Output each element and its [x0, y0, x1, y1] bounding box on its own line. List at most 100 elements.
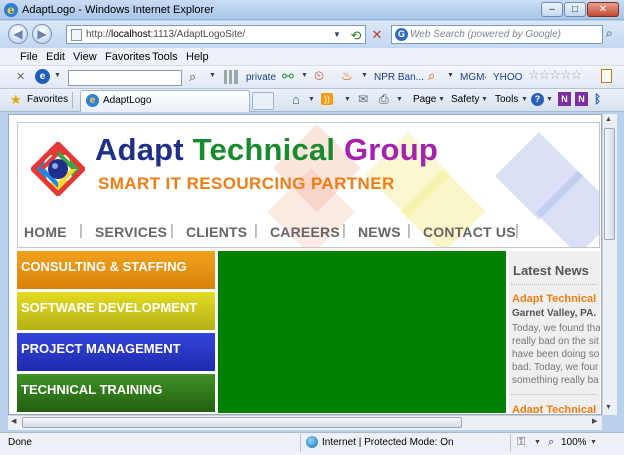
tab-title: AdaptLogo	[103, 95, 152, 106]
print-icon[interactable]: ⎙	[379, 92, 389, 107]
nav-services[interactable]: SERVICES	[95, 224, 167, 240]
private-label[interactable]: private	[246, 72, 276, 83]
search-icon[interactable]: ⌕	[189, 69, 196, 85]
rating-stars-icon[interactable]: ☆☆☆☆☆	[528, 67, 582, 83]
divider	[510, 434, 511, 452]
chevron-down-icon[interactable]: ▼	[447, 72, 454, 79]
nav-separator: |	[170, 222, 174, 239]
scroll-left-arrow-icon[interactable]: ◀	[11, 417, 16, 425]
chevron-down-icon[interactable]: ▼	[308, 96, 315, 103]
notes-icon[interactable]	[601, 69, 612, 83]
stop-icon[interactable]: ✕	[368, 27, 386, 46]
chevron-down-icon[interactable]: ▼	[590, 439, 597, 446]
help-icon[interactable]: ?	[531, 93, 544, 106]
chevron-down-icon[interactable]: ▼	[534, 439, 541, 446]
chevron-down-icon[interactable]: ▼	[361, 72, 368, 79]
lock-icon[interactable]: ⚿	[517, 436, 525, 449]
nav-clients[interactable]: CLIENTS	[186, 224, 247, 240]
onenote-send-icon[interactable]: N	[575, 92, 588, 106]
menu-help[interactable]: Help	[186, 51, 209, 63]
security-zone[interactable]: Internet | Protected Mode: On	[322, 437, 454, 448]
horizontal-scroll-thumb[interactable]	[22, 417, 462, 428]
scroll-up-arrow-icon[interactable]: ▲	[605, 116, 612, 123]
google-search-icon: G	[395, 28, 408, 41]
scroll-right-arrow-icon[interactable]: ▶	[592, 417, 597, 425]
tools-menu[interactable]: Tools	[495, 94, 518, 105]
divider	[72, 92, 73, 108]
favorites-button[interactable]: Favorites	[27, 94, 68, 105]
menu-edit[interactable]: Edit	[46, 51, 65, 63]
globe-icon	[306, 436, 318, 448]
toolbar-search-input[interactable]	[68, 70, 182, 86]
menu-tools[interactable]: Tools	[152, 51, 178, 63]
chevron-down-icon[interactable]: ▼	[546, 96, 553, 103]
refresh-icon[interactable]: ⟲	[347, 28, 365, 45]
menu-file[interactable]: File	[20, 51, 38, 63]
news-item-location: Garnet Valley, PA.	[512, 308, 597, 319]
page-menu[interactable]: Page	[413, 94, 436, 105]
zoom-icon[interactable]: ⌕	[548, 436, 554, 449]
mail-icon[interactable]: ✉	[358, 92, 368, 106]
rss-icon[interactable]: ))	[321, 93, 333, 105]
search-icon[interactable]: ⌕	[606, 26, 613, 41]
forward-arrow-icon[interactable]: ▶	[32, 24, 52, 44]
link-icon[interactable]: ⚯	[282, 68, 294, 85]
yhoo-label[interactable]: YHOO	[493, 72, 522, 83]
address-url: http://localhost:1113/AdaptLogoSite/	[86, 29, 246, 40]
divider	[300, 434, 301, 452]
service-consulting-staffing[interactable]: CONSULTING & STAFFING	[17, 251, 215, 289]
chevron-down-icon[interactable]: ▼	[438, 96, 445, 103]
new-tab-button[interactable]	[252, 92, 274, 110]
nav-separator: |	[79, 222, 83, 239]
ie-logo-icon: e	[86, 94, 99, 107]
service-software-development[interactable]: SOFTWARE DEVELOPMENT	[17, 292, 215, 330]
chevron-down-icon[interactable]: ▼	[521, 96, 528, 103]
chevron-down-icon[interactable]: ▼	[209, 72, 216, 79]
maximize-button[interactable]: □	[564, 2, 586, 17]
stock-icon[interactable]: ⌕	[428, 68, 435, 84]
service-technical-training[interactable]: TECHNICAL TRAINING	[17, 374, 215, 412]
news-item-title[interactable]: Adapt Technical	[512, 293, 596, 305]
chevron-down-icon[interactable]: ▼	[481, 96, 488, 103]
menu-view[interactable]: View	[73, 51, 97, 63]
nav-home[interactable]: HOME	[24, 224, 67, 240]
service-project-management[interactable]: PROJECT MANAGEMENT	[17, 333, 215, 371]
zoom-level[interactable]: 100%	[561, 437, 587, 448]
menu-favorites[interactable]: Favorites	[105, 51, 150, 63]
tab-adaptlogo[interactable]: e AdaptLogo	[80, 90, 250, 112]
onenote-icon[interactable]: N	[558, 92, 571, 106]
chevron-down-icon[interactable]: ▼	[344, 96, 351, 103]
home-icon[interactable]: ⌂	[292, 92, 300, 107]
separator-dot: ·	[484, 72, 488, 83]
news-item-body: Today, we found tha really bad on the si…	[512, 323, 600, 386]
vertical-scroll-thumb[interactable]	[604, 128, 615, 240]
news-item-title[interactable]: Adapt Technical	[512, 404, 596, 413]
timer-icon[interactable]: ⏲	[314, 68, 324, 84]
npr-label[interactable]: NPR Ban...	[374, 72, 424, 83]
star-icon[interactable]: ★	[10, 92, 22, 108]
nav-careers[interactable]: CAREERS	[270, 224, 340, 240]
close-button[interactable]: ✕	[587, 2, 619, 17]
search-input[interactable]: G Web Search (powered by Google)	[391, 25, 603, 44]
safety-menu[interactable]: Safety	[451, 94, 479, 105]
brand-tagline: SMART IT RESOURCING PARTNER	[98, 174, 395, 193]
ie-logo-icon: e	[4, 3, 18, 17]
nav-separator: |	[254, 222, 258, 239]
nav-separator: |	[515, 222, 519, 239]
minimize-button[interactable]: –	[541, 2, 563, 17]
bluetooth-icon[interactable]: ᛒ	[594, 92, 601, 106]
address-dropdown-icon[interactable]: ▼	[333, 30, 341, 39]
back-arrow-icon[interactable]: ◀	[8, 24, 28, 44]
scroll-down-arrow-icon[interactable]: ▼	[605, 404, 612, 411]
mgm-label[interactable]: MGM	[460, 72, 484, 83]
address-bar[interactable]: http://localhost:1113/AdaptLogoSite/	[66, 25, 366, 44]
toolbar-close-icon[interactable]: ✕	[16, 70, 25, 83]
nav-news[interactable]: NEWS	[358, 224, 401, 240]
chevron-down-icon[interactable]: ▼	[396, 96, 403, 103]
nav-separator: |	[342, 222, 346, 239]
nav-contact-us[interactable]: CONTACT US	[423, 224, 516, 240]
fire-icon[interactable]: ♨	[341, 68, 353, 84]
chevron-down-icon[interactable]: ▼	[54, 72, 61, 79]
chevron-down-icon[interactable]: ▼	[301, 72, 308, 79]
ie-logo-icon[interactable]: e	[35, 69, 50, 84]
